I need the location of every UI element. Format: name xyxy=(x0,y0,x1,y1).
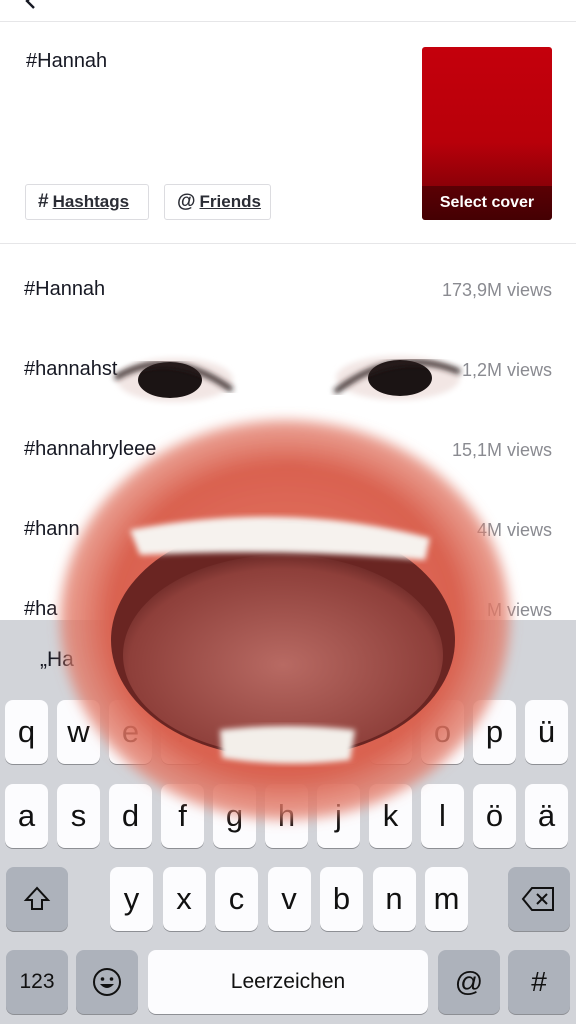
suggestion-tag: #hann xyxy=(24,518,80,540)
caption-text[interactable]: #Hannah xyxy=(26,50,107,73)
suggestion-views: 1,2M views xyxy=(461,360,552,380)
key-n[interactable]: n xyxy=(372,867,416,931)
top-bar xyxy=(0,0,576,22)
key-b[interactable]: b xyxy=(320,867,363,931)
key-w[interactable]: w xyxy=(57,700,100,764)
key-x[interactable]: x xyxy=(162,867,206,931)
key-f[interactable]: f xyxy=(161,784,204,848)
key-t[interactable]: t xyxy=(213,700,256,764)
backspace-icon xyxy=(521,887,554,911)
key-g[interactable]: g xyxy=(213,784,256,848)
space-key[interactable]: Leerzeichen xyxy=(148,950,428,1014)
at-key[interactable]: @ xyxy=(438,950,500,1014)
hashtag-suggestion[interactable]: #hannahryleee 15,1M views xyxy=(0,430,576,470)
key-q[interactable]: q xyxy=(5,700,48,764)
key-j[interactable]: j xyxy=(317,784,360,848)
key-h[interactable]: h xyxy=(265,784,308,848)
key-s[interactable]: s xyxy=(57,784,100,848)
key-r[interactable]: r xyxy=(161,700,204,764)
suggestion-views: 4M views xyxy=(476,520,552,540)
key-u[interactable]: u xyxy=(317,700,360,764)
suggestion-tag: #ha xyxy=(24,598,58,620)
predictive-text[interactable]: „Ha xyxy=(40,648,74,672)
key-a[interactable]: a xyxy=(5,784,48,848)
key-d[interactable]: d xyxy=(109,784,152,848)
suggestion-tag: #Hannah xyxy=(24,278,106,300)
shift-key[interactable] xyxy=(6,867,68,931)
back-arrow-icon[interactable] xyxy=(22,0,42,12)
hash-icon: # xyxy=(38,191,49,212)
key-z[interactable]: z xyxy=(265,700,308,764)
key-e[interactable]: e xyxy=(109,700,152,764)
select-cover-label: Select cover xyxy=(422,186,552,220)
numbers-key[interactable]: 123 xyxy=(6,950,68,1014)
suggestion-tag: #hannahryleee xyxy=(24,438,157,460)
cover-thumbnail[interactable]: Select cover xyxy=(422,47,552,220)
shift-icon xyxy=(23,886,51,910)
key-m[interactable]: m xyxy=(425,867,468,931)
hashtag-suggestion[interactable]: #Hannah 173,9M views xyxy=(0,270,576,310)
hash-key[interactable]: # xyxy=(508,950,570,1014)
key-ö[interactable]: ö xyxy=(473,784,516,848)
key-l[interactable]: l xyxy=(421,784,464,848)
key-y[interactable]: y xyxy=(110,867,153,931)
key-ü[interactable]: ü xyxy=(525,700,568,764)
key-o[interactable]: o xyxy=(421,700,464,764)
friends-label: Friends xyxy=(199,192,261,211)
emoji-key[interactable] xyxy=(76,950,138,1014)
suggestion-views: 173,9M views xyxy=(441,280,552,300)
suggestion-views: M views xyxy=(486,600,552,620)
delete-key[interactable] xyxy=(508,867,570,931)
key-c[interactable]: c xyxy=(215,867,258,931)
key-p[interactable]: p xyxy=(473,700,516,764)
key-k[interactable]: k xyxy=(369,784,412,848)
at-icon: @ xyxy=(177,191,196,212)
hashtag-suggestion[interactable]: #hannahst 1,2M views xyxy=(0,350,576,390)
friends-button[interactable]: @ Friends xyxy=(164,184,271,220)
divider xyxy=(0,243,576,244)
suggestion-views: 15,1M views xyxy=(451,440,552,460)
hashtags-label: Hashtags xyxy=(52,192,130,211)
key-i[interactable]: i xyxy=(369,700,412,764)
key-v[interactable]: v xyxy=(267,867,311,931)
suggestion-tag: #hannahst xyxy=(24,358,118,380)
hashtag-suggestion[interactable]: #hann 4M views xyxy=(0,510,576,550)
hashtags-button[interactable]: # Hashtags xyxy=(25,184,149,220)
key-ä[interactable]: ä xyxy=(525,784,568,848)
emoji-icon xyxy=(93,968,121,996)
